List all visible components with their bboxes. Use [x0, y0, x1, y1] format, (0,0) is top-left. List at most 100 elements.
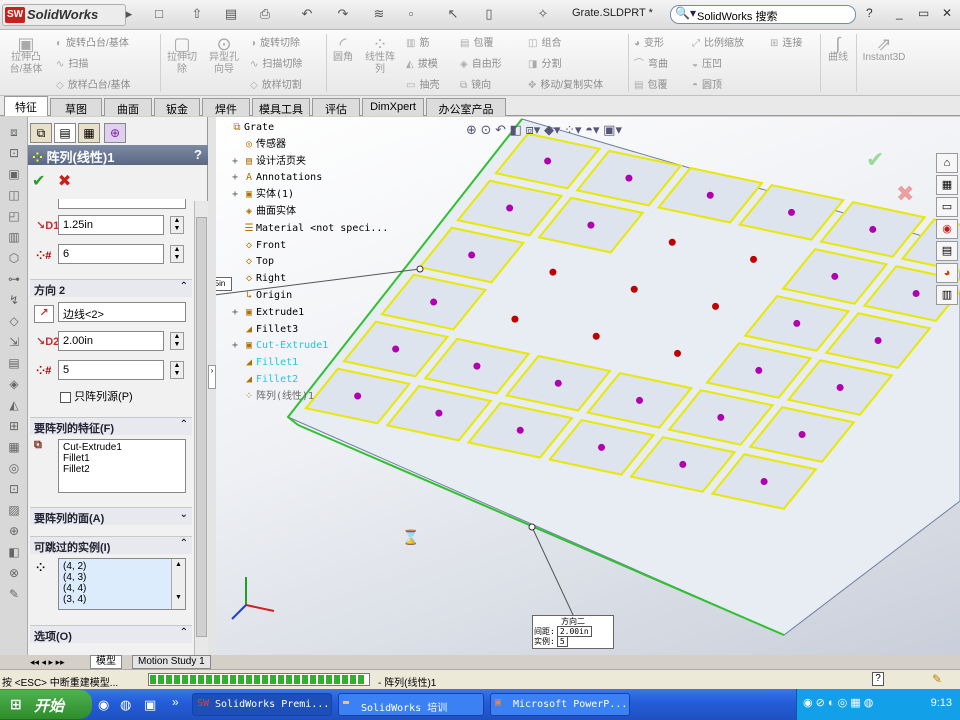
linear-pattern-button[interactable]: ⁘ 线性阵 列 — [360, 35, 400, 76]
options-header[interactable]: 选项(O) ⌃ — [30, 625, 192, 643]
taskbar-training-folder[interactable]: ▬ SolidWorks 培训 — [338, 693, 484, 716]
expand-icon[interactable]: + — [232, 305, 242, 321]
custom-properties-icon[interactable]: ▥ — [936, 285, 958, 305]
file-explorer-icon[interactable]: ▭ — [936, 197, 958, 217]
tree-item[interactable]: ◇ Front — [232, 238, 286, 254]
seed-only-option[interactable]: 只阵列源(P) — [60, 388, 133, 404]
list-item[interactable]: Fillet2 — [63, 464, 181, 475]
view-tool-icon[interactable]: ⇲ — [5, 335, 23, 351]
view-tool-icon[interactable]: ⬡ — [5, 251, 23, 267]
design-library-icon[interactable]: ▦ — [936, 175, 958, 195]
tree-item[interactable]: ⁘ 阵列(线性)1 — [232, 389, 314, 405]
grate-model[interactable] — [216, 117, 960, 655]
taskbar-solidworks[interactable]: SW SolidWorks Premi... — [192, 693, 332, 716]
extrude-cut-button[interactable]: ▢ 拉伸切 除 — [164, 35, 200, 76]
tab-8[interactable]: 办公室产品 — [426, 98, 506, 116]
view-tool-icon[interactable]: ◎ — [5, 461, 23, 477]
move-copy-button[interactable]: ✥ 移动/复制实体 — [528, 76, 603, 91]
view-tool-icon[interactable]: ◇ — [5, 314, 23, 330]
list-item[interactable]: (4, 3) — [63, 572, 181, 583]
tray-icons[interactable]: ◉ ⊘ ◐ ◎ ▦ ◍ — [803, 696, 873, 709]
tree-item[interactable]: ◢ Fillet1 — [232, 355, 298, 371]
restore-icon[interactable]: ▭ — [918, 6, 929, 20]
ok-icon[interactable]: ✔ — [32, 173, 45, 190]
graphics-area[interactable]: ⧉ Grate ◎ 传感器 + ▤ 设计活页夹 + A Annotations + ▣ 实体(1) ◈ 曲面… — [216, 117, 960, 655]
wrap-button[interactable]: ▤ 包覆 — [460, 34, 493, 49]
view-tool-icon[interactable]: ⊡ — [5, 482, 23, 498]
menu-arrow-icon[interactable]: ▸ — [120, 6, 138, 22]
tree-item[interactable]: ↳ Origin — [232, 288, 292, 304]
callout-instances-field[interactable]: 5 — [556, 636, 568, 647]
rib-button[interactable]: ▥ 筋 — [406, 34, 429, 49]
tab-4[interactable]: 焊件 — [202, 98, 250, 116]
connect-button[interactable]: ⊞ 连接 — [770, 34, 802, 49]
dimension-handle-2[interactable] — [528, 523, 536, 531]
help-button[interactable]: ? — [866, 6, 873, 20]
view-tool-icon[interactable]: ↯ — [5, 293, 23, 309]
view-tool-icon[interactable]: ▦ — [5, 440, 23, 456]
tree-item[interactable]: ◇ Top — [232, 254, 274, 270]
expand-icon[interactable]: + — [232, 154, 242, 170]
start-button[interactable]: ⊞ 开始 — [0, 690, 92, 719]
view-tool-icon[interactable]: ◭ — [5, 398, 23, 414]
scale-button[interactable]: ⤢ 比例缩放 — [692, 34, 744, 49]
dome-button[interactable]: ◓ 圆顶 — [692, 76, 722, 91]
direction1-spacing-spinner[interactable]: ▲ ▼ — [170, 216, 184, 234]
view-tool-icon[interactable]: ⊗ — [5, 566, 23, 582]
faces-to-pattern-header[interactable]: 要阵列的面(A) ⌄ — [30, 507, 192, 525]
direction2-spacing-input[interactable]: 2.00in — [58, 331, 164, 351]
flex-button[interactable]: ⌒ 弯曲 — [634, 55, 668, 70]
reverse-direction-icon[interactable]: ↗ — [34, 305, 54, 323]
view-tool-icon[interactable]: ◈ — [5, 377, 23, 393]
redo-icon[interactable]: ↷ — [334, 6, 352, 22]
view-tool-icon[interactable]: ⊶ — [5, 272, 23, 288]
view-tool-icon[interactable]: ⊞ — [5, 419, 23, 435]
rebuild-status-icon[interactable]: ✎ — [932, 672, 942, 686]
view-tool-icon[interactable]: ▨ — [5, 503, 23, 519]
scrollbar-thumb[interactable] — [196, 217, 207, 637]
extrude-boss-button[interactable]: ▣ 拉伸凸 台/基体 — [6, 35, 46, 76]
curves-button[interactable]: ∫ 曲线 — [824, 35, 852, 64]
quicklaunch-browser-icon[interactable]: ◍ — [120, 697, 131, 713]
feature-manager-tab-icon[interactable]: ⧉ — [30, 123, 52, 143]
list-item[interactable]: (4, 2) — [63, 561, 181, 572]
panel-splitter[interactable]: › — [208, 117, 216, 655]
taskbar-powerpoint[interactable]: ▣ Microsoft PowerP... — [490, 693, 630, 716]
search-3d-content-icon[interactable]: ◉ — [936, 219, 958, 239]
draft-button[interactable]: ◭ 拔模 — [406, 55, 438, 70]
direction2-instances-input[interactable]: 5 — [58, 360, 164, 380]
view-palette-icon[interactable]: ▤ — [936, 241, 958, 261]
apply-scene-icon[interactable]: ▣▾ — [603, 122, 622, 137]
direction2-instances-spinner[interactable]: ▲ ▼ — [170, 361, 184, 379]
revolve-boss-button[interactable]: ◐ 旋转凸台/基体 — [56, 34, 129, 49]
list-item[interactable]: (4, 4) — [63, 583, 181, 594]
options-icon[interactable]: ▯ — [480, 6, 498, 22]
tab-7[interactable]: DimXpert — [362, 98, 424, 116]
tab-6[interactable]: 评估 — [312, 98, 360, 116]
expand-icon[interactable]: + — [232, 338, 242, 354]
rebuild-icon[interactable]: ≋ — [370, 6, 388, 22]
features-to-pattern-header[interactable]: 要阵列的特征(F) ⌃ — [30, 417, 192, 435]
quicklaunch-more-icon[interactable]: » — [172, 695, 179, 709]
tree-item[interactable]: + ▣ Cut-Extrude1 — [232, 338, 328, 354]
new-document-icon[interactable]: □ — [150, 6, 168, 22]
tree-item[interactable]: + ▣ 实体(1) — [232, 187, 294, 203]
edit-appearance-icon[interactable]: ◓▾ — [585, 122, 599, 137]
quicklaunch-icon[interactable]: ◉ — [98, 697, 109, 713]
direction2-spacing-spinner[interactable]: ▲ ▼ — [170, 332, 184, 350]
section-view-icon[interactable]: ◧ — [510, 122, 522, 137]
view-tool-icon[interactable]: ▥ — [5, 230, 23, 246]
view-tool-icon[interactable]: ◫ — [5, 188, 23, 204]
tree-item[interactable]: + ▤ 设计活页夹 — [232, 154, 306, 170]
configuration-manager-tab-icon[interactable]: ▦ — [78, 123, 100, 143]
view-tool-icon[interactable]: ◧ — [5, 545, 23, 561]
direction1-edge-field[interactable] — [58, 199, 186, 209]
open-document-icon[interactable]: ⇧ — [188, 6, 206, 22]
quicklaunch-office-icon[interactable]: ▣ — [144, 697, 156, 713]
expand-icon[interactable]: + — [232, 187, 242, 203]
property-manager-scrollbar[interactable] — [194, 201, 208, 655]
tree-item[interactable]: ⧉ Grate — [220, 120, 274, 136]
undo-icon[interactable]: ↶ — [298, 6, 316, 22]
indent-button[interactable]: ◒ 压凹 — [692, 55, 722, 70]
wrap2-button[interactable]: ▤ 包覆 — [634, 76, 667, 91]
